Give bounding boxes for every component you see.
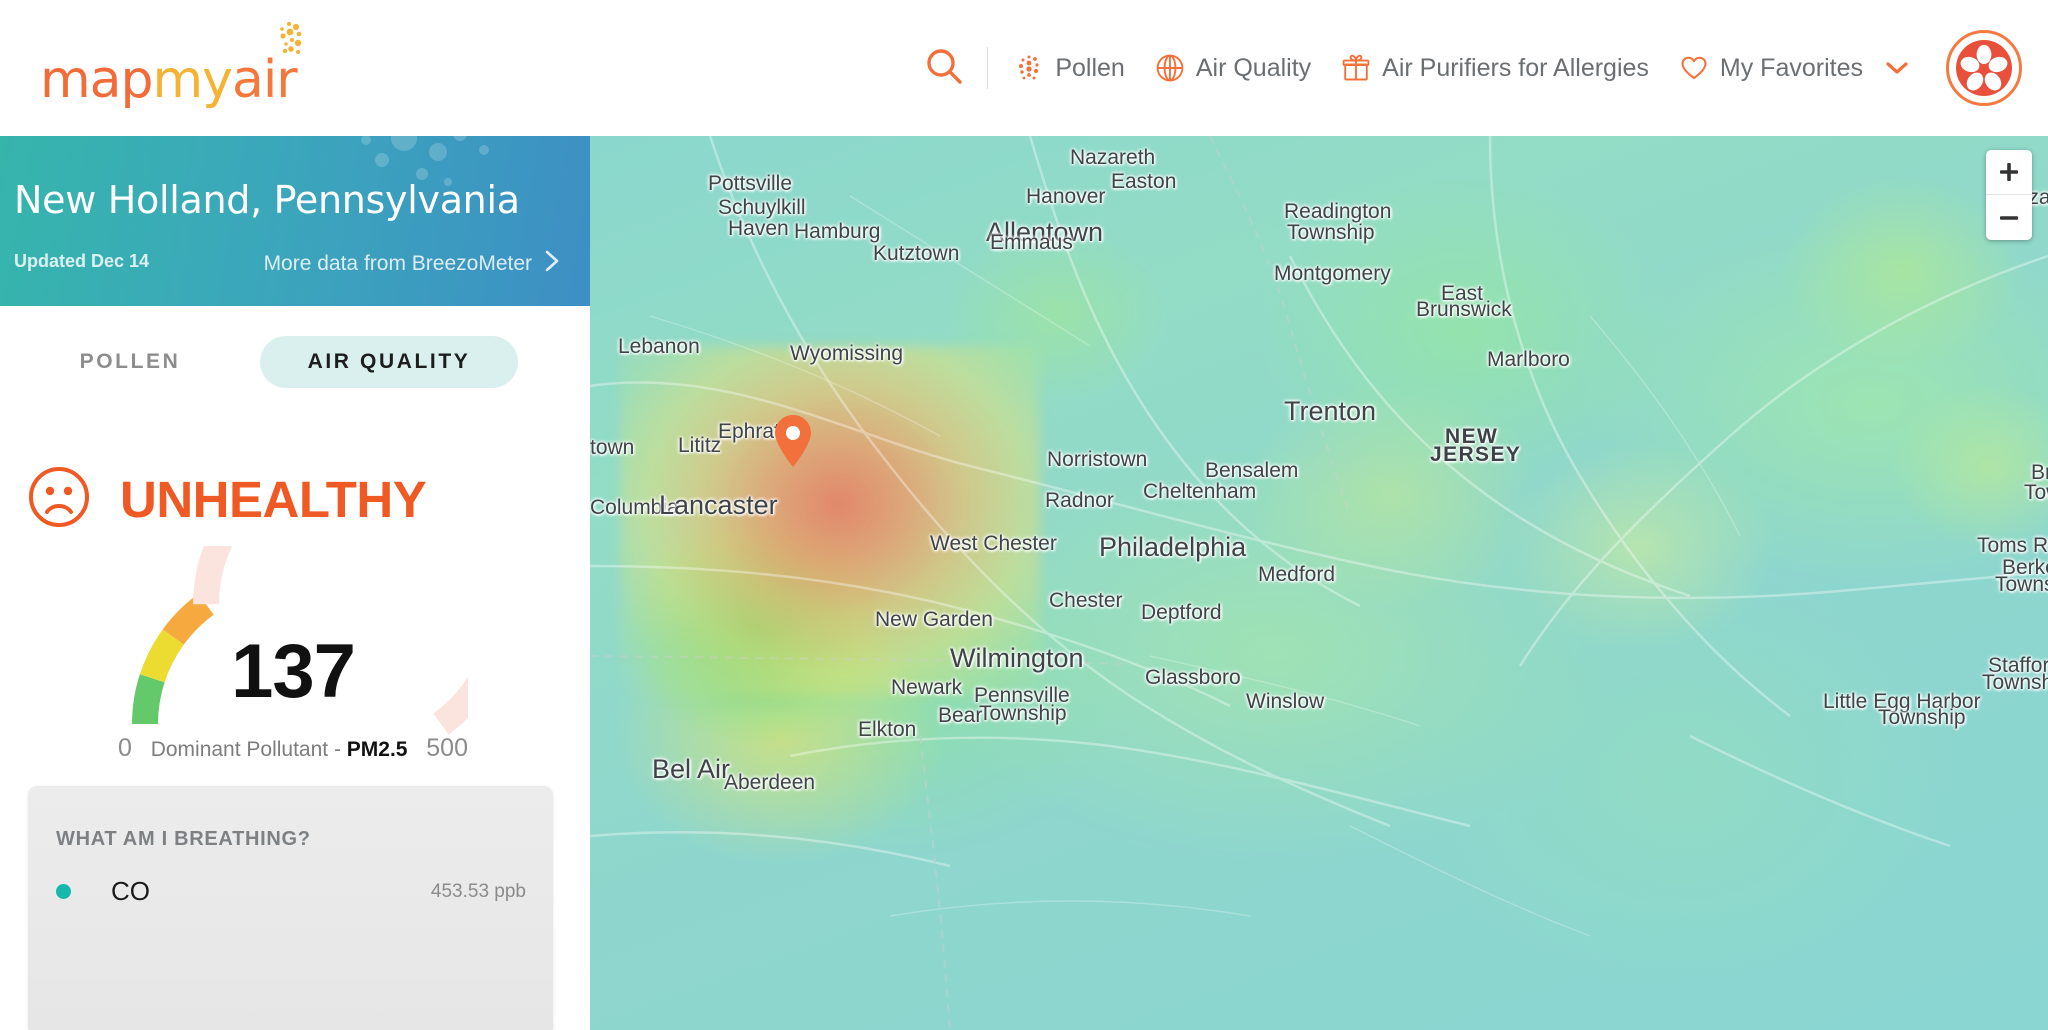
dominant-pollutant-prefix: Dominant Pollutant -: [150, 738, 347, 761]
air-quality-map[interactable]: Nazareth Pottsville Easton Hanover Schuylkil…: [590, 136, 2048, 1030]
search-icon: [924, 46, 964, 91]
aqi-value: 137: [231, 629, 356, 714]
tab-pollen[interactable]: POLLEN: [0, 350, 260, 374]
nav-item-pollen-label: Pollen: [1055, 53, 1125, 82]
nav-links: Pollen Air Quality Air Purifiers for All…: [917, 0, 2022, 136]
gauge-min-label: 0: [118, 734, 132, 762]
citrus-avatar-icon[interactable]: [1946, 30, 2022, 106]
map-zoom-out-button[interactable]: [1986, 195, 2032, 240]
nav-item-my-favorites-label: My Favorites: [1719, 53, 1863, 82]
page-title: New Holland, Pennsylvania: [14, 178, 520, 222]
chevron-right-icon: [544, 249, 560, 279]
pollutant-value: 453.53 ppb: [430, 880, 526, 902]
search-button[interactable]: [917, 41, 971, 95]
dominant-pollutant-label: Dominant Pollutant - PM2.5: [151, 738, 408, 762]
updated-timestamp: Updated Dec 14: [14, 251, 150, 271]
map-zoom-controls[interactable]: [1986, 150, 2032, 240]
heart-icon: [1679, 53, 1709, 83]
list-item[interactable]: CO 453.53 ppb: [56, 876, 526, 907]
nav-divider: [987, 47, 989, 89]
logo-part-my: my: [152, 50, 233, 110]
globe-icon: [1155, 53, 1185, 83]
sad-face-icon: [28, 466, 90, 533]
what-am-i-breathing-title: WHAT AM I BREATHING?: [56, 828, 311, 850]
logo-part-map: map: [40, 50, 154, 110]
nav-item-air-purifiers[interactable]: Air Purifiers for Allergies: [1341, 53, 1649, 83]
gauge-scale-labels: 0 Dominant Pollutant - PM2.5 500: [118, 734, 468, 763]
gauge-max-label: 500: [426, 734, 468, 762]
what-am-i-breathing-card: WHAT AM I BREATHING? CO 453.53 ppb: [28, 786, 553, 1030]
nav-item-air-quality[interactable]: Air Quality: [1155, 53, 1311, 83]
map-zoom-in-button[interactable]: [1986, 150, 2032, 195]
top-navigation-bar: mapmyair Pollen Air Quality Air Purifier…: [0, 0, 2048, 136]
more-data-label: More data from BreezoMeter: [263, 252, 532, 275]
location-header: New Holland, Pennsylvania Updated Dec 14…: [0, 136, 590, 306]
more-data-link[interactable]: More data from BreezoMeter: [264, 249, 560, 279]
brand-logo[interactable]: mapmyair: [40, 18, 330, 110]
dominant-pollutant-value: PM2.5: [346, 738, 408, 761]
logo-part-air: air: [231, 50, 298, 110]
measurement-tabs[interactable]: POLLEN AIR QUALITY: [0, 336, 590, 388]
pollutant-name: CO: [111, 876, 150, 906]
air-quality-sidebar: New Holland, Pennsylvania Updated Dec 14…: [0, 136, 590, 1030]
tab-air-quality[interactable]: AIR QUALITY: [260, 336, 518, 388]
pollutant-color-dot: [56, 884, 71, 899]
pollen-dots-icon: [1014, 53, 1044, 83]
nav-item-my-favorites[interactable]: My Favorites: [1679, 53, 1908, 83]
location-pin-icon[interactable]: [773, 414, 813, 468]
status-badge: UNHEALTHY: [120, 471, 427, 528]
air-quality-status: UNHEALTHY: [28, 466, 427, 533]
nav-item-pollen[interactable]: Pollen: [1014, 53, 1125, 83]
map-roads-layer: [590, 136, 2048, 1030]
nav-item-air-quality-label: Air Quality: [1195, 53, 1312, 82]
nav-item-air-purifiers-label: Air Purifiers for Allergies: [1382, 53, 1649, 82]
chevron-down-icon[interactable]: [1886, 61, 1908, 75]
gift-icon: [1341, 53, 1371, 83]
brand-logo-text: mapmyair: [40, 50, 298, 110]
